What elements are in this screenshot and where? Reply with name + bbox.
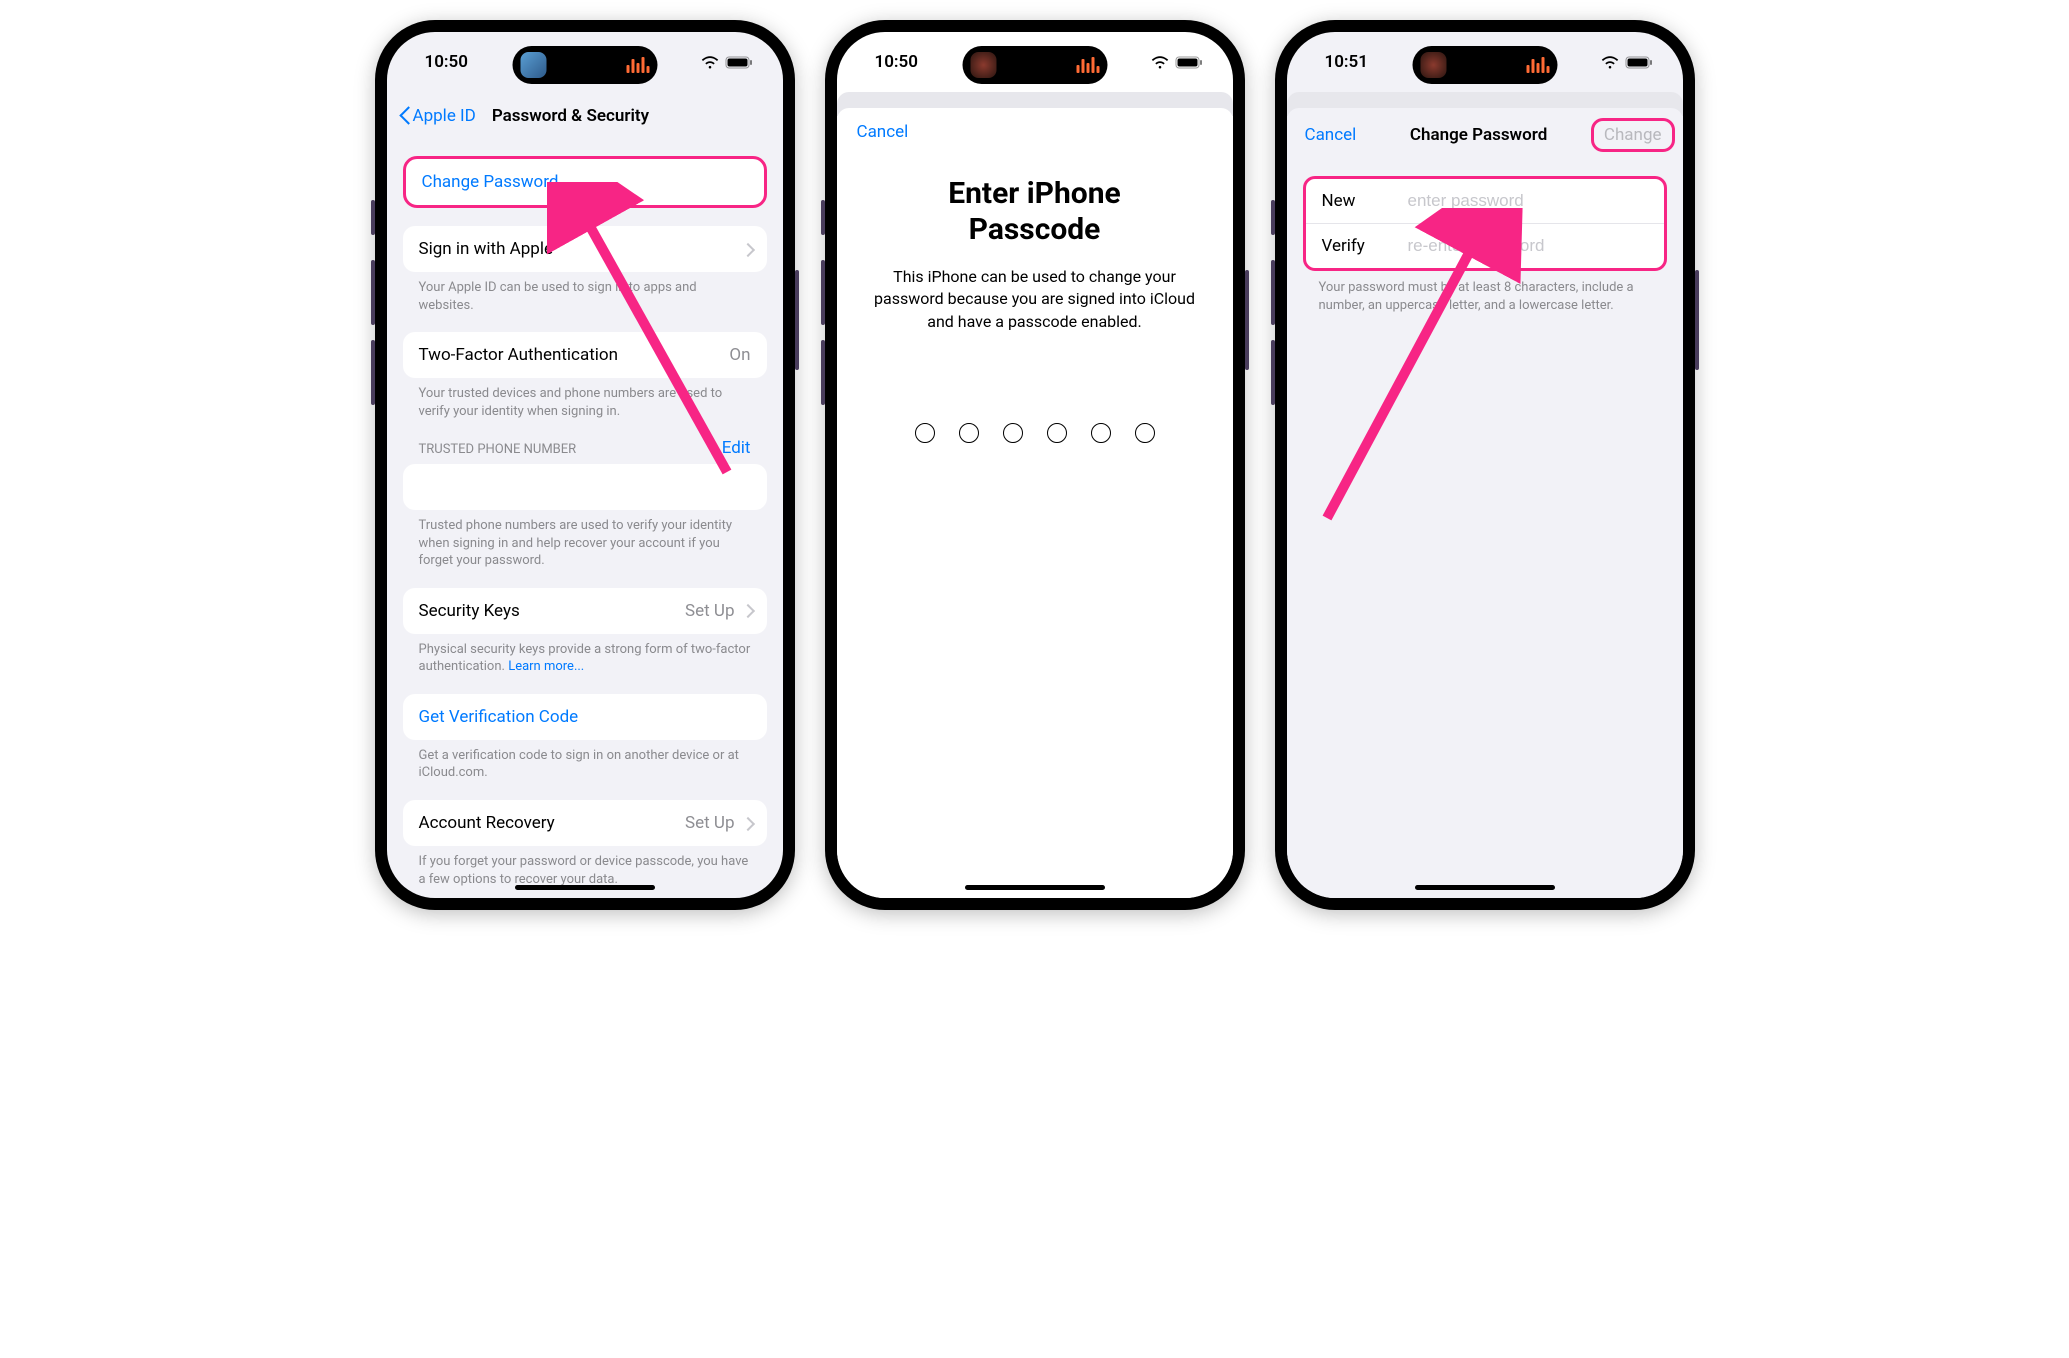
island-app-icon xyxy=(1420,52,1446,78)
get-code-button[interactable]: Get Verification Code xyxy=(403,694,767,740)
screen-1: 10:50 Apple ID Password & Security Chang… xyxy=(387,32,783,898)
twofa-group: Two-Factor Authentication On xyxy=(403,332,767,378)
account-recovery-group: Account Recovery Set Up xyxy=(403,800,767,846)
security-keys-label: Security Keys xyxy=(419,601,520,621)
new-password-row: New xyxy=(1306,179,1664,223)
verify-label: Verify xyxy=(1322,236,1392,256)
island-app-icon xyxy=(520,52,546,78)
change-button[interactable]: Change xyxy=(1604,125,1662,145)
wifi-icon xyxy=(1601,56,1619,69)
new-label: New xyxy=(1322,191,1392,211)
battery-icon xyxy=(1175,56,1203,69)
battery-icon xyxy=(725,56,753,69)
screen-2: 10:50 Cancel Enter iPhone Passcode This … xyxy=(837,32,1233,898)
trusted-footer: Trusted phone numbers are used to verify… xyxy=(403,510,767,570)
wifi-icon xyxy=(1151,56,1169,69)
verify-password-row: Verify xyxy=(1306,223,1664,268)
password-requirements: Your password must be at least 8 charact… xyxy=(1287,271,1683,314)
dynamic-island xyxy=(962,46,1107,84)
change-password-label: Change Password xyxy=(422,172,559,192)
sheet-description: This iPhone can be used to change your p… xyxy=(837,266,1233,333)
get-code-footer: Get a verification code to sign in on an… xyxy=(403,740,767,782)
phone-1: 10:50 Apple ID Password & Security Chang… xyxy=(375,20,795,910)
passcode-dot xyxy=(915,423,935,443)
password-form: New Verify xyxy=(1303,176,1667,271)
passcode-dot xyxy=(1091,423,1111,443)
trusted-header: TRUSTED PHONE NUMBER Edit xyxy=(403,420,767,458)
edit-button[interactable]: Edit xyxy=(722,438,751,458)
audio-bars-icon xyxy=(626,57,649,73)
wifi-icon xyxy=(701,56,719,69)
passcode-sheet: Cancel Enter iPhone Passcode This iPhone… xyxy=(837,108,1233,898)
trusted-header-label: TRUSTED PHONE NUMBER xyxy=(419,442,577,457)
page-title: Password & Security xyxy=(492,106,649,126)
get-code-group: Get Verification Code xyxy=(403,694,767,740)
home-indicator[interactable] xyxy=(965,885,1105,890)
change-button-highlight: Change xyxy=(1591,118,1675,152)
account-recovery-footer: If you forget your password or device pa… xyxy=(403,846,767,888)
learn-more-link[interactable]: Learn more... xyxy=(508,659,584,674)
trusted-number-row[interactable] xyxy=(403,464,767,510)
cancel-button[interactable]: Cancel xyxy=(1305,125,1357,145)
account-recovery-label: Account Recovery xyxy=(419,813,555,833)
passcode-dots[interactable] xyxy=(837,423,1233,443)
status-time: 10:50 xyxy=(425,52,468,72)
twofa-label: Two-Factor Authentication xyxy=(419,345,618,365)
get-code-label: Get Verification Code xyxy=(419,707,579,727)
passcode-dot xyxy=(959,423,979,443)
sheet-title: Enter iPhone Passcode xyxy=(837,176,1233,248)
twofa-footer: Your trusted devices and phone numbers a… xyxy=(403,378,767,420)
passcode-dot xyxy=(1135,423,1155,443)
twofa-value: On xyxy=(729,345,750,365)
security-keys-value: Set Up xyxy=(685,601,734,621)
battery-icon xyxy=(1625,56,1653,69)
modal-nav: Cancel Change Password Change xyxy=(1287,108,1683,158)
passcode-dot xyxy=(1047,423,1067,443)
security-keys-group: Security Keys Set Up xyxy=(403,588,767,634)
back-button[interactable]: Apple ID xyxy=(399,106,476,126)
signin-apple-row[interactable]: Sign in with Apple xyxy=(403,226,767,272)
nav-bar: Apple ID Password & Security xyxy=(387,92,783,140)
signin-apple-footer: Your Apple ID can be used to sign in to … xyxy=(403,272,767,314)
chevron-right-icon xyxy=(743,604,751,617)
account-recovery-value: Set Up xyxy=(685,813,734,833)
home-indicator[interactable] xyxy=(515,885,655,890)
signin-apple-group: Sign in with Apple xyxy=(403,226,767,272)
security-keys-row[interactable]: Security Keys Set Up xyxy=(403,588,767,634)
dynamic-island xyxy=(1412,46,1557,84)
status-time: 10:51 xyxy=(1325,52,1368,72)
screen-3: 10:51 Cancel Change Password Change New xyxy=(1287,32,1683,898)
new-password-input[interactable] xyxy=(1408,191,1648,211)
island-app-icon xyxy=(970,52,996,78)
audio-bars-icon xyxy=(1076,57,1099,73)
twofa-row[interactable]: Two-Factor Authentication On xyxy=(403,332,767,378)
home-indicator[interactable] xyxy=(1415,885,1555,890)
trusted-number-group xyxy=(403,464,767,510)
change-password-group: Change Password xyxy=(403,156,767,208)
chevron-right-icon xyxy=(743,817,751,830)
modal-title: Change Password xyxy=(1410,125,1547,145)
verify-password-input[interactable] xyxy=(1408,236,1648,256)
phone-3: 10:51 Cancel Change Password Change New xyxy=(1275,20,1695,910)
cancel-button[interactable]: Cancel xyxy=(837,122,1233,142)
trusted-number-value xyxy=(419,477,423,497)
back-label: Apple ID xyxy=(413,106,476,126)
status-time: 10:50 xyxy=(875,52,918,72)
signin-apple-label: Sign in with Apple xyxy=(419,239,554,259)
change-password-sheet: Cancel Change Password Change New Verify… xyxy=(1287,108,1683,898)
passcode-dot xyxy=(1003,423,1023,443)
chevron-left-icon xyxy=(399,106,411,126)
account-recovery-row[interactable]: Account Recovery Set Up xyxy=(403,800,767,846)
audio-bars-icon xyxy=(1526,57,1549,73)
security-keys-footer: Physical security keys provide a strong … xyxy=(403,634,767,676)
chevron-right-icon xyxy=(743,243,751,256)
phone-2: 10:50 Cancel Enter iPhone Passcode This … xyxy=(825,20,1245,910)
change-password-button[interactable]: Change Password xyxy=(406,159,764,205)
dynamic-island xyxy=(512,46,657,84)
